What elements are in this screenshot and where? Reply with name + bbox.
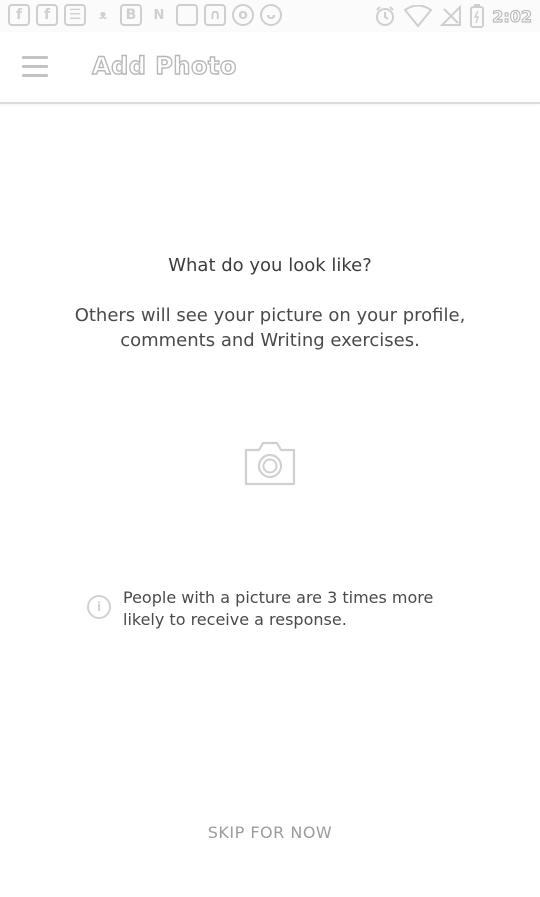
square-app-icon bbox=[176, 4, 198, 26]
battery-charging-icon bbox=[470, 4, 485, 28]
message-icon: ☰ bbox=[64, 4, 86, 26]
notification-icons: f f ☰ ᴥ B N ∩ o ᴗ bbox=[8, 4, 282, 26]
description-text: Others will see your picture on your pro… bbox=[74, 305, 466, 351]
app-bar: Add Photo bbox=[0, 32, 540, 104]
clock-time: 2:02 bbox=[492, 6, 533, 26]
circle-app-icon: o bbox=[232, 4, 254, 26]
no-signal-icon bbox=[440, 5, 462, 26]
lock-app-icon: ∩ bbox=[204, 4, 226, 26]
camera-icon[interactable] bbox=[243, 438, 297, 488]
system-status: 2:02 bbox=[374, 4, 533, 28]
status-bar: f f ☰ ᴥ B N ∩ o ᴗ 2:02 bbox=[0, 0, 540, 32]
info-text: People with a picture are 3 times more l… bbox=[123, 588, 434, 629]
ghost-app-icon: ᴗ bbox=[260, 4, 282, 26]
page-title: Add Photo bbox=[91, 51, 237, 80]
cat-icon: ᴥ bbox=[99, 8, 107, 23]
info-icon: i bbox=[87, 595, 111, 619]
facebook-icon: f bbox=[36, 4, 58, 26]
wifi-icon bbox=[404, 5, 433, 27]
n-app-icon: N bbox=[153, 7, 165, 23]
b-app-icon: B bbox=[120, 4, 142, 26]
hamburger-menu-icon[interactable] bbox=[22, 56, 48, 78]
alarm-icon bbox=[376, 6, 395, 26]
facebook-icon: f bbox=[8, 4, 30, 26]
skip-button[interactable]: SKIP FOR NOW bbox=[0, 823, 540, 842]
question-heading: What do you look like? bbox=[168, 255, 372, 276]
